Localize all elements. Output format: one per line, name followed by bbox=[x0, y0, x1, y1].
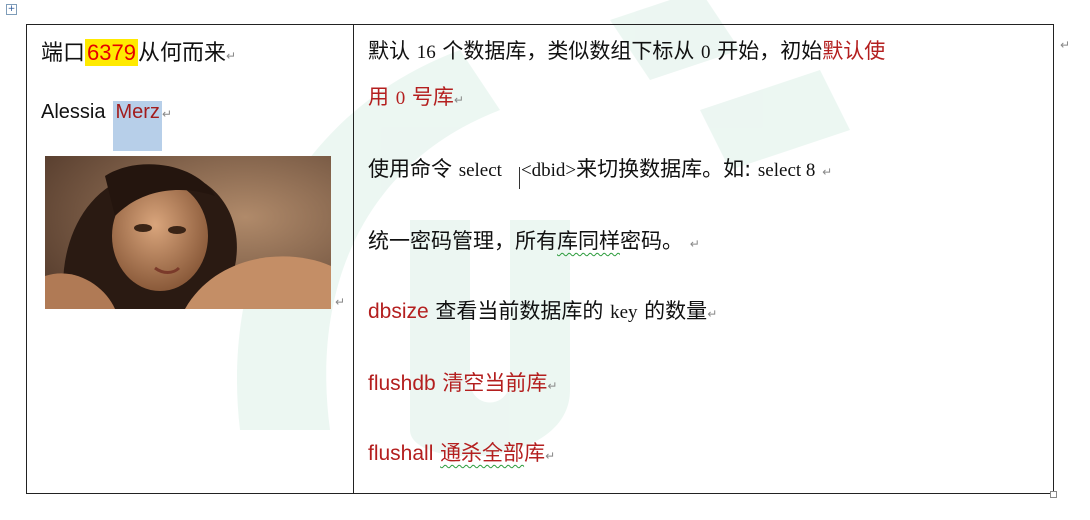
paragraph-mark: ↵ bbox=[707, 307, 718, 321]
heading-port-origin: 端口6379从何而来↵ bbox=[41, 35, 236, 67]
table-move-handle-icon[interactable]: + bbox=[6, 4, 17, 15]
paragraph-default-dbs-cont: 用 0 号库↵ bbox=[368, 81, 464, 111]
paragraph-flushall: flushall 通杀全部库↵ bbox=[368, 437, 555, 467]
document-table: 端口6379从何而来↵ Alessia Merz ↵ ↵ 默认 16 个数据库，… bbox=[26, 24, 1054, 494]
text-run: 使用命令 bbox=[368, 157, 459, 181]
left-cell[interactable]: 端口6379从何而来↵ Alessia Merz ↵ ↵ bbox=[26, 24, 354, 494]
heading-suffix: 从何而来 bbox=[137, 41, 226, 66]
first-name: Alessia bbox=[41, 101, 106, 123]
heading-prefix: 端口 bbox=[41, 41, 86, 66]
paragraph-mark: ↵ bbox=[547, 379, 558, 393]
text-run: 的数量 bbox=[637, 299, 708, 323]
paragraph-mark: ↵ bbox=[545, 449, 556, 463]
text-run-red: 库 bbox=[524, 441, 546, 465]
text-run: 查看当前数据库的 bbox=[428, 299, 611, 323]
last-name-selected: Merz bbox=[113, 101, 162, 151]
text-run: 0 bbox=[701, 42, 711, 63]
text-run: 个数据库，类似数组下标从 bbox=[435, 39, 702, 63]
cell-end-mark: ↵ bbox=[335, 295, 346, 309]
text-run: 开始，初始 bbox=[710, 39, 823, 63]
paragraph-dbsize: dbsize 查看当前数据库的 key 的数量↵ bbox=[368, 295, 717, 325]
paragraph-mark: ↵ bbox=[161, 107, 172, 121]
text-run: 来切换数据库。如: bbox=[576, 157, 758, 181]
command-flushall: flushall bbox=[368, 442, 434, 465]
command-example: select 8 bbox=[757, 160, 816, 181]
paragraph-flushdb: flushdb 清空当前库↵ bbox=[368, 367, 557, 397]
table-resize-handle[interactable] bbox=[1050, 491, 1057, 498]
paragraph-select-command: 使用命令 select <dbid>来切换数据库。如: select 8 ↵ bbox=[368, 153, 832, 183]
port-number-highlight: 6379 bbox=[85, 39, 138, 66]
text-run: key bbox=[610, 302, 638, 323]
text-run: 密码。 bbox=[620, 229, 683, 253]
text-run-red: 默认使 bbox=[822, 39, 886, 63]
paragraph-mark: ↵ bbox=[453, 93, 464, 107]
command-select: select <dbid> bbox=[458, 160, 577, 181]
command-dbsize: dbsize bbox=[368, 300, 429, 323]
text-cursor-icon bbox=[519, 167, 522, 189]
text-run-red: 用 bbox=[368, 85, 396, 109]
paragraph-mark: ↵ bbox=[822, 165, 833, 179]
text-run-red: 清空当前库 bbox=[435, 371, 548, 395]
paragraph-default-dbs: 默认 16 个数据库，类似数组下标从 0 开始，初始默认使 bbox=[368, 35, 885, 65]
text-run-red: 号库 bbox=[405, 85, 454, 109]
text-run: 统一密码管理，所有 bbox=[368, 229, 557, 253]
command-flushdb: flushdb bbox=[368, 372, 436, 395]
paragraph-password: 统一密码管理，所有库同样密码。 ↵ bbox=[368, 225, 700, 255]
right-cell[interactable]: 默认 16 个数据库，类似数组下标从 0 开始，初始默认使 用 0 号库↵ 使用… bbox=[353, 24, 1054, 494]
spellcheck-underline: 库同样 bbox=[557, 229, 620, 253]
portrait-photo bbox=[45, 156, 331, 309]
spellcheck-underline: 通杀全部 bbox=[440, 441, 525, 465]
person-name: Alessia Merz ↵ bbox=[41, 101, 172, 151]
paragraph-mark: ↵ bbox=[689, 237, 700, 251]
paragraph-mark: ↵ bbox=[225, 49, 237, 63]
text-run-red: 0 bbox=[395, 88, 406, 109]
row-end-mark: ↵ bbox=[1060, 38, 1071, 52]
text-run: 默认 bbox=[368, 39, 417, 63]
table-row: 端口6379从何而来↵ Alessia Merz ↵ ↵ 默认 16 个数据库，… bbox=[26, 24, 1054, 494]
text-run: 16 bbox=[416, 42, 436, 63]
